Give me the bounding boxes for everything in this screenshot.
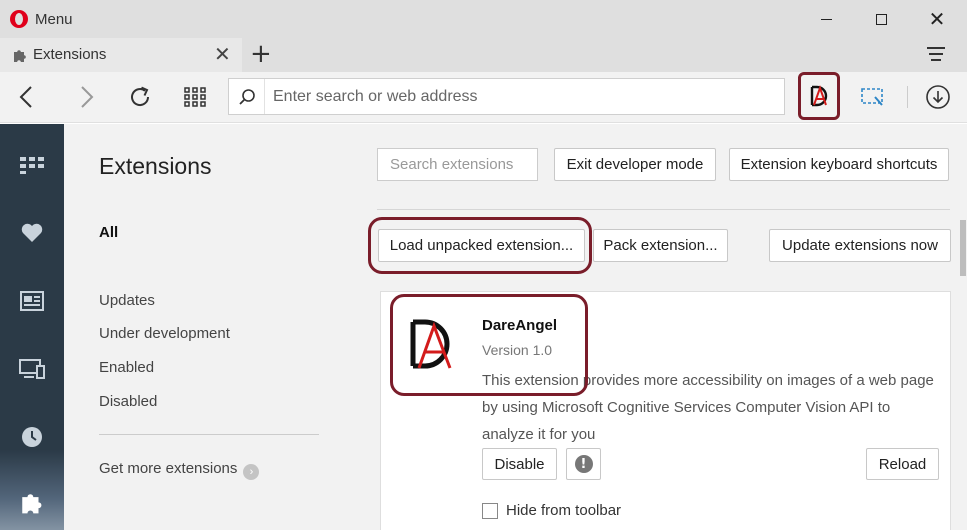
- back-button[interactable]: [11, 81, 43, 113]
- tab-menu-icon[interactable]: [927, 47, 945, 65]
- forward-icon: [81, 86, 94, 108]
- get-more-extensions-link[interactable]: Get more extensions ›: [99, 460, 260, 480]
- speed-dial-button[interactable]: [180, 81, 212, 113]
- grid-icon: [184, 87, 206, 107]
- get-more-extensions-label: Get more extensions: [99, 460, 238, 477]
- speed-dial-sidebar-icon[interactable]: [16, 149, 48, 181]
- nav-item-all[interactable]: All: [99, 224, 118, 241]
- heart-icon[interactable]: [16, 217, 48, 249]
- nav-divider: [99, 434, 319, 435]
- content-divider: [377, 209, 950, 210]
- tab-close-icon[interactable]: ✕: [214, 42, 231, 66]
- hide-from-toolbar-checkbox[interactable]: [482, 502, 498, 519]
- scrollbar-thumb[interactable]: [960, 220, 966, 276]
- extension-info-highlight: [390, 294, 588, 396]
- nav-item-enabled[interactable]: Enabled: [99, 359, 154, 376]
- toolbar-divider: [907, 86, 908, 108]
- back-icon: [19, 86, 32, 108]
- new-tab-button[interactable]: +: [250, 39, 272, 69]
- history-icon[interactable]: [16, 421, 48, 453]
- search-extensions-box[interactable]: [377, 148, 538, 181]
- puzzle-icon: [14, 50, 26, 62]
- snapshot-button[interactable]: [857, 81, 889, 113]
- downloads-button[interactable]: [922, 81, 954, 113]
- tab-title: Extensions: [33, 46, 107, 63]
- news-icon[interactable]: [16, 285, 48, 317]
- minimize-button[interactable]: [803, 0, 849, 38]
- nav-item-under-development[interactable]: Under development: [99, 325, 230, 342]
- maximize-icon: [875, 13, 887, 25]
- download-icon: [926, 85, 950, 109]
- chevron-right-icon: ›: [243, 464, 260, 480]
- address-separator: [264, 79, 265, 114]
- update-extensions-now-button[interactable]: Update extensions now: [769, 229, 951, 262]
- extensions-sidebar-icon[interactable]: [16, 486, 48, 518]
- extensions-nav: Extensions All Updates Under development…: [64, 124, 354, 530]
- tab-bar: Extensions ✕ +: [0, 38, 967, 72]
- hide-from-toolbar-label: Hide from toolbar: [506, 502, 622, 519]
- dareangel-toolbar-button[interactable]: [798, 72, 840, 120]
- reload-button[interactable]: [124, 81, 156, 113]
- hide-from-toolbar-row[interactable]: Hide from toolbar: [482, 502, 621, 519]
- info-icon: !: [574, 455, 593, 473]
- dareangel-logo-icon: [810, 84, 828, 107]
- toolbar: [0, 72, 967, 123]
- menu-label[interactable]: Menu: [35, 11, 73, 28]
- minimize-icon: [820, 18, 832, 20]
- scrollbar[interactable]: [959, 220, 967, 530]
- disable-button[interactable]: Disable: [482, 448, 557, 480]
- tab-extensions[interactable]: Extensions ✕: [0, 38, 242, 72]
- snapshot-icon: [861, 88, 883, 106]
- load-unpacked-highlight: [368, 217, 592, 274]
- forward-button[interactable]: [70, 81, 102, 113]
- devices-icon[interactable]: [16, 353, 48, 385]
- address-input[interactable]: [273, 85, 773, 109]
- search-icon: [239, 89, 255, 105]
- opera-logo-icon[interactable]: [10, 10, 28, 28]
- sidebar: [0, 124, 64, 530]
- pack-extension-button[interactable]: Pack extension...: [593, 229, 728, 262]
- extension-keyboard-shortcuts-button[interactable]: Extension keyboard shortcuts: [729, 148, 949, 181]
- close-icon: ✕: [928, 7, 946, 31]
- maximize-button[interactable]: [858, 0, 904, 38]
- search-extensions-input[interactable]: [378, 149, 537, 180]
- page-title: Extensions: [99, 153, 212, 179]
- extensions-content: Exit developer mode Extension keyboard s…: [354, 124, 967, 530]
- nav-item-disabled[interactable]: Disabled: [99, 393, 157, 410]
- exit-developer-mode-button[interactable]: Exit developer mode: [554, 148, 716, 181]
- title-bar: Menu ✕: [0, 0, 967, 38]
- reload-extension-button[interactable]: Reload: [866, 448, 939, 480]
- address-bar[interactable]: [228, 78, 785, 115]
- nav-item-updates[interactable]: Updates: [99, 292, 155, 309]
- reload-icon: [131, 86, 150, 106]
- info-button[interactable]: !: [566, 448, 601, 480]
- close-window-button[interactable]: ✕: [914, 0, 960, 38]
